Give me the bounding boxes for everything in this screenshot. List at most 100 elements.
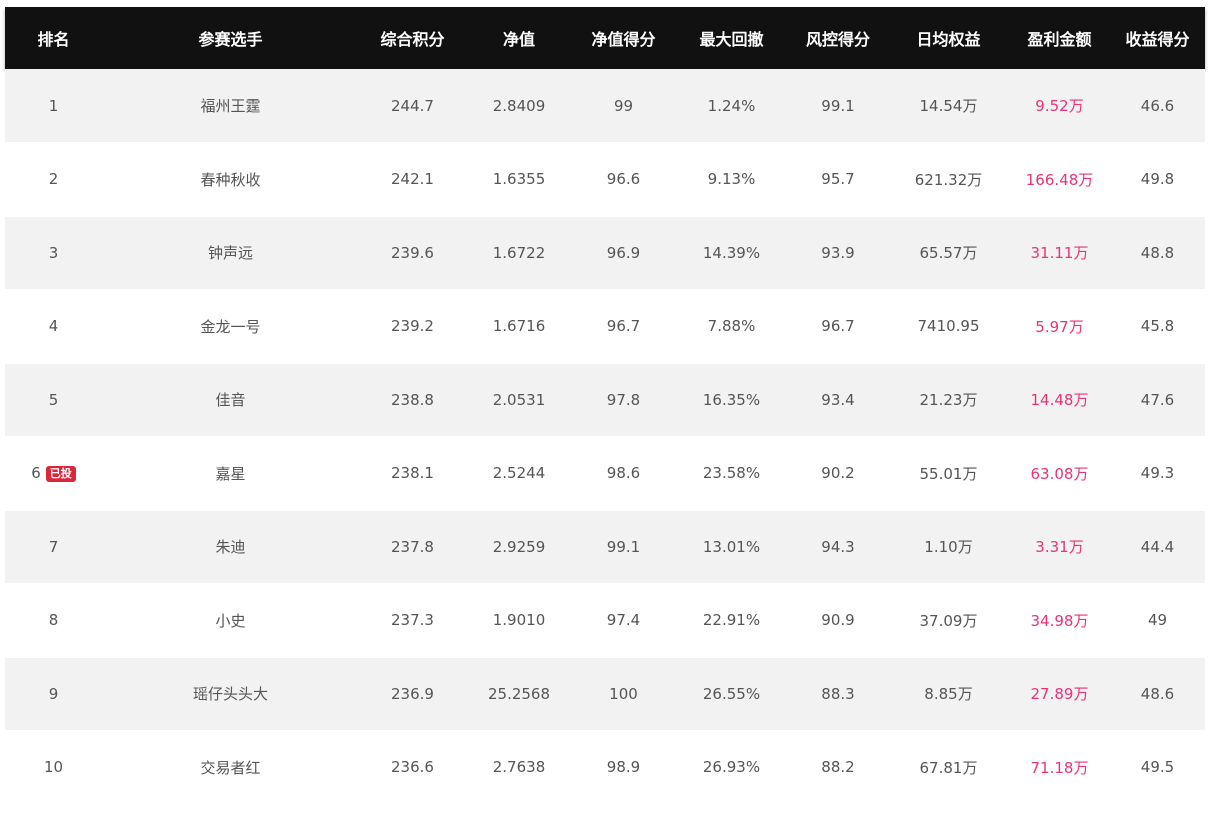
rank-number: 1 — [48, 96, 59, 115]
total-score-cell: 242.1 — [391, 170, 434, 189]
max-drawdown-cell: 9.13% — [707, 170, 756, 189]
profit-amount-cell: 63.08万 — [1030, 464, 1089, 483]
player-cell[interactable]: 瑶仔头头大 — [102, 657, 359, 731]
risk-score-cell: 90.2 — [821, 464, 855, 483]
total-score-cell: 237.8 — [391, 537, 434, 556]
rank-cell: 5 — [5, 363, 102, 437]
player-cell[interactable]: 朱迪 — [102, 510, 359, 584]
risk-score-cell: 93.4 — [821, 390, 855, 409]
total-score-cell: 239.6 — [391, 243, 434, 262]
header-daily-equity[interactable]: 日均权益 — [888, 7, 1009, 69]
daily-equity-cell: 67.81万 — [919, 758, 978, 777]
header-profit-amount[interactable]: 盈利金额 — [1009, 7, 1110, 69]
nav-score-cell: 97.4 — [606, 611, 641, 630]
rank-number: 10 — [43, 758, 64, 777]
max-drawdown-cell: 13.01% — [702, 537, 761, 556]
max-drawdown-cell: 26.55% — [702, 684, 761, 703]
rank-number: 8 — [48, 611, 59, 630]
nav-cell: 1.6716 — [492, 317, 546, 336]
profit-amount-cell: 9.52万 — [1035, 97, 1084, 115]
nav-cell: 2.7638 — [492, 758, 546, 777]
nav-score-cell: 96.7 — [606, 317, 641, 336]
ranking-table-container: 排名 参赛选手 综合积分 净值 净值得分 最大回撤 风控得分 日均权益 盈利金额… — [5, 7, 1205, 805]
profit-amount-cell: 14.48万 — [1030, 391, 1089, 410]
max-drawdown-cell: 16.35% — [702, 390, 761, 409]
nav-score-cell: 100 — [609, 684, 638, 703]
max-drawdown-cell: 7.88% — [707, 317, 756, 336]
header-nav-score[interactable]: 净值得分 — [572, 7, 675, 69]
player-cell[interactable]: 佳音 — [102, 363, 359, 437]
table-row[interactable]: 4 金龙一号 239.2 1.6716 96.7 7.88% 96.7 7410… — [5, 289, 1205, 364]
daily-equity-cell: 55.01万 — [919, 464, 978, 483]
player-cell[interactable]: 钟声远 — [102, 216, 359, 290]
return-score-cell: 45.8 — [1140, 317, 1175, 336]
rank-cell: 6 已投 — [5, 437, 102, 511]
profit-amount-cell: 27.89万 — [1030, 685, 1089, 704]
rank-number: 5 — [48, 390, 59, 409]
return-score-cell: 49.3 — [1140, 464, 1175, 483]
risk-score-cell: 88.2 — [821, 758, 855, 777]
table-row[interactable]: 3 钟声远 239.6 1.6722 96.9 14.39% 93.9 65.5… — [5, 216, 1205, 290]
max-drawdown-cell: 1.24% — [707, 96, 756, 115]
profit-amount-cell: 71.18万 — [1030, 758, 1089, 777]
rank-cell: 4 — [5, 290, 102, 364]
header-return-score[interactable]: 收益得分 — [1110, 7, 1205, 69]
nav-cell: 1.9010 — [492, 611, 546, 630]
rank-cell: 7 — [5, 510, 102, 584]
player-cell[interactable]: 小史 — [102, 584, 359, 658]
table-row[interactable]: 9 瑶仔头头大 236.9 25.2568 100 26.55% 88.3 8.… — [5, 657, 1205, 731]
nav-score-cell: 99 — [613, 96, 634, 115]
nav-cell: 25.2568 — [487, 684, 551, 703]
header-nav[interactable]: 净值 — [466, 7, 572, 69]
profit-amount-cell: 166.48万 — [1025, 170, 1094, 189]
rank-number: 2 — [48, 170, 59, 189]
max-drawdown-cell: 23.58% — [702, 464, 761, 483]
total-score-cell: 236.9 — [391, 684, 434, 703]
total-score-cell: 244.7 — [391, 96, 434, 115]
return-score-cell: 49.5 — [1140, 758, 1175, 777]
table-header: 排名 参赛选手 综合积分 净值 净值得分 最大回撤 风控得分 日均权益 盈利金额… — [5, 7, 1205, 69]
player-cell[interactable]: 嘉星 — [102, 437, 359, 511]
rank-cell: 2 — [5, 143, 102, 217]
header-rank[interactable]: 排名 — [5, 7, 102, 69]
rank-number: 7 — [48, 537, 59, 556]
table-row[interactable]: 10 交易者红 236.6 2.7638 98.9 26.93% 88.2 67… — [5, 730, 1205, 805]
table-row[interactable]: 5 佳音 238.8 2.0531 97.8 16.35% 93.4 21.23… — [5, 363, 1205, 437]
return-score-cell: 48.8 — [1140, 243, 1175, 262]
header-row: 排名 参赛选手 综合积分 净值 净值得分 最大回撤 风控得分 日均权益 盈利金额… — [5, 7, 1205, 69]
return-score-cell: 46.6 — [1140, 96, 1175, 115]
rank-number: 4 — [48, 317, 59, 336]
daily-equity-cell: 37.09万 — [919, 611, 978, 630]
profit-amount-cell: 3.31万 — [1035, 538, 1084, 557]
header-max-drawdown[interactable]: 最大回撤 — [675, 7, 788, 69]
header-risk-score[interactable]: 风控得分 — [788, 7, 888, 69]
table-row[interactable]: 2 春种秋收 242.1 1.6355 96.6 9.13% 95.7 621.… — [5, 142, 1205, 217]
table-row[interactable]: 8 小史 237.3 1.9010 97.4 22.91% 90.9 37.09… — [5, 583, 1205, 658]
nav-cell: 2.8409 — [492, 96, 546, 115]
table-row[interactable]: 1 福州王霆 244.7 2.8409 99 1.24% 99.1 14.54万… — [5, 69, 1205, 143]
header-total-score[interactable]: 综合积分 — [359, 7, 466, 69]
player-cell[interactable]: 金龙一号 — [102, 290, 359, 364]
risk-score-cell: 96.7 — [821, 317, 855, 336]
player-cell[interactable]: 春种秋收 — [102, 143, 359, 217]
nav-score-cell: 97.8 — [606, 390, 641, 409]
player-cell[interactable]: 交易者红 — [102, 731, 359, 805]
return-score-cell: 48.6 — [1140, 684, 1175, 703]
rank-number: 6 — [31, 464, 41, 483]
invested-badge: 已投 — [45, 466, 76, 483]
rank-cell: 3 — [5, 216, 102, 290]
table-row[interactable]: 6 已投 嘉星 238.1 2.5244 98.6 23.58% 90.2 55.… — [5, 436, 1205, 511]
rank-number: 9 — [48, 684, 59, 703]
nav-cell: 2.9259 — [492, 537, 546, 556]
total-score-cell: 236.6 — [391, 758, 434, 777]
header-player[interactable]: 参赛选手 — [102, 7, 359, 69]
player-cell[interactable]: 福州王霆 — [102, 69, 359, 143]
risk-score-cell: 95.7 — [821, 170, 855, 189]
table-row[interactable]: 7 朱迪 237.8 2.9259 99.1 13.01% 94.3 1.10万… — [5, 510, 1205, 584]
return-score-cell: 44.4 — [1140, 537, 1175, 556]
nav-cell: 1.6355 — [492, 170, 546, 189]
risk-score-cell: 90.9 — [821, 611, 855, 630]
nav-score-cell: 98.6 — [606, 464, 641, 483]
nav-score-cell: 99.1 — [606, 537, 641, 556]
rank-cell: 1 — [5, 69, 102, 143]
